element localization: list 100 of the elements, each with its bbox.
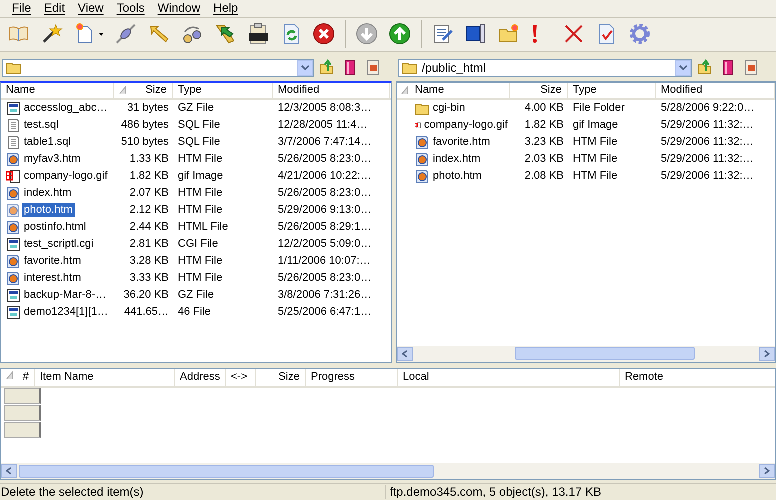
row-header[interactable] [4,388,41,404]
settings-icon [629,23,651,46]
file-type: HTM File [572,153,619,166]
modified-date: 12/28/2005 11:4… [277,119,369,132]
file-name[interactable]: favorite.htm [431,135,492,150]
modified-date: 12/2/2005 5:09:0… [277,238,373,250]
file-name[interactable]: table1.sql [22,135,74,150]
text-file-icon [6,134,21,150]
column-header[interactable]: Size [114,82,173,98]
file-name[interactable]: company-logo.gif [422,118,510,132]
modified-date: 12/3/2005 8:08:3… [277,102,373,114]
file-type: HTM File [177,204,224,216]
file-name[interactable]: cgi-bin [431,101,468,116]
folder-icon [402,61,418,76]
scroll-right-icon[interactable] [759,464,775,478]
file-name[interactable]: test.sql [22,118,61,132]
file-name[interactable]: photo.htm [22,203,75,218]
column-header[interactable]: Remote [620,368,775,386]
window-file-icon [6,304,21,320]
menu-item[interactable]: File [5,1,38,16]
horizontal-scrollbar[interactable] [397,346,775,362]
column-header[interactable]: Address [175,368,226,386]
modified-date: 5/26/2005 8:23:0… [277,187,373,200]
horizontal-scrollbar[interactable] [1,463,775,480]
file-name[interactable]: photo.htm [431,169,484,184]
file-name[interactable]: interest.htm [22,271,84,286]
path-field[interactable]: /public_html [398,59,692,78]
file-size: 2.12 KB [128,204,170,216]
file-size: 441.65… [123,306,170,318]
web-page-icon [6,202,21,218]
file-size: 1.33 KB [128,153,170,166]
file-size: 2.03 KB [524,153,565,166]
menu-item[interactable]: Help [206,1,244,16]
file-type: CGI File [177,238,220,250]
menu-item[interactable]: View [71,1,110,16]
web-page-icon [6,220,21,235]
modified-date: 5/25/2006 6:47:1… [277,306,373,318]
file-size: 31 bytes [126,102,170,114]
caret-icon [99,32,104,36]
file-type: HTM File [177,272,224,284]
file-name[interactable]: myfav3.htm [22,152,83,166]
file-type: gif Image [177,170,224,182]
window-file-icon [6,100,21,116]
image-file-icon [6,168,21,184]
web-page-icon [6,152,21,167]
column-header[interactable]: Modified [273,82,390,98]
file-name[interactable]: postinfo.html [22,220,88,234]
modified-date: 3/7/2006 7:47:14… [277,136,373,148]
modified-date: 5/29/2006 11:32:… [660,170,755,182]
menu-item[interactable]: Window [150,1,207,16]
column-header[interactable]: Size [256,368,306,386]
modified-date: 5/26/2005 8:23:0… [277,272,373,284]
scroll-left-icon[interactable] [397,346,413,361]
modified-date: 5/29/2006 11:32:… [660,153,755,166]
row-header[interactable] [4,404,41,421]
file-name[interactable]: index.htm [22,186,74,200]
file-size: 4.00 KB [524,102,565,114]
web-page-icon [415,152,430,167]
file-name[interactable]: test_scriptl.cgi [22,237,96,252]
menu-item[interactable]: Edit [37,1,72,16]
file-size: 3.28 KB [128,255,170,268]
file-name[interactable]: favorite.htm [22,254,84,268]
file-name[interactable]: company-logo.gif [22,169,110,184]
file-type: HTM File [572,170,619,182]
delete-icon [563,23,585,46]
column-header[interactable]: Type [173,82,273,98]
download-icon [356,23,378,46]
dropdown-button[interactable] [297,60,313,76]
column-header[interactable]: Modified [656,82,775,98]
menu-item[interactable]: Tools [110,1,151,16]
column-header[interactable]: Type [568,82,656,98]
file-name[interactable]: index.htm [431,152,483,166]
path-field[interactable] [2,59,314,78]
file-size: 3.23 KB [524,136,565,148]
column-header[interactable]: Size [510,82,568,98]
column-header[interactable]: <-> [226,368,256,386]
file-type: File Folder [572,102,626,114]
scroll-left-icon[interactable] [1,464,17,478]
web-page-icon [6,186,21,201]
file-name[interactable]: accesslog_abc… [22,101,110,116]
sort-indicator-icon [119,86,128,95]
modified-date: 3/8/2006 7:31:26… [277,289,373,302]
web-page-icon [6,254,21,269]
column-header[interactable]: Progress [306,368,398,386]
file-type: SQL File [177,136,222,148]
window-file-icon [6,288,21,303]
file-name[interactable]: demo1234[1][1… [22,305,110,320]
file-type: gif Image [572,119,620,132]
column-header[interactable]: Name [410,82,510,98]
column-header[interactable]: Local [398,368,620,386]
column-header[interactable]: Name [1,82,114,98]
dropdown-button[interactable] [675,60,691,76]
caret-icon [678,65,688,72]
scroll-right-icon[interactable] [759,346,775,361]
column-header[interactable]: Item Name [35,368,175,386]
web-page-icon [415,168,430,184]
file-name[interactable]: backup-Mar-8-… [22,288,109,302]
column-header[interactable]: # [15,368,35,386]
folder-icon [6,61,22,76]
row-header[interactable] [4,422,41,438]
